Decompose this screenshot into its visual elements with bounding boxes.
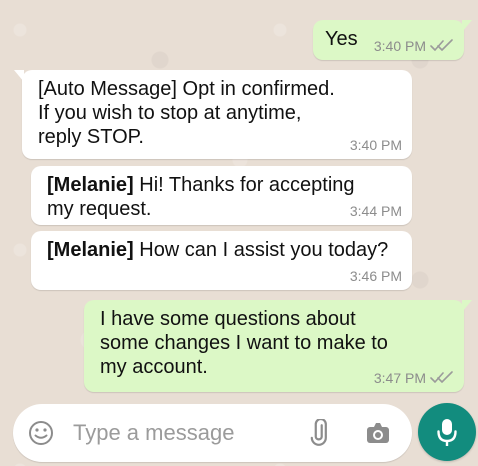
message-time: 3:44 PM	[349, 203, 402, 219]
message-meta: 3:46 PM	[350, 269, 402, 283]
message-bubble-outgoing[interactable]: Yes 3:40 PM	[313, 20, 472, 60]
message-content: [Melanie] How can I assist you today?	[47, 238, 402, 262]
message-bubble-outgoing[interactable]: I have some questions about some changes…	[84, 300, 472, 392]
message-meta: 3:47 PM	[374, 371, 454, 385]
message-time: 3:40 PM	[373, 38, 426, 54]
mic-icon	[435, 416, 459, 448]
message-composer	[13, 404, 412, 462]
chat-screen: Yes 3:40 PM [Auto Message] Opt in confir…	[0, 0, 478, 466]
message-text: [Auto Message] Opt in confirmed. If you …	[38, 78, 335, 148]
emoji-icon[interactable]	[27, 419, 55, 447]
message-sender: [Melanie]	[47, 174, 134, 196]
message-time: 3:47 PM	[373, 370, 426, 386]
camera-icon[interactable]	[364, 420, 392, 446]
message-time: 3:40 PM	[349, 137, 402, 153]
message-text: I have some questions about some changes…	[100, 308, 388, 378]
paperclip-icon[interactable]	[307, 418, 335, 447]
message-sender: [Melanie]	[47, 239, 134, 261]
message-bubble-incoming[interactable]: [Auto Message] Opt in confirmed. If you …	[14, 70, 412, 159]
message-input[interactable]	[73, 417, 293, 449]
message-bubble-incoming[interactable]: [Melanie] How can I assist you today? 3:…	[31, 231, 412, 290]
message-content: [Melanie] Hi! Thanks for accepting my re…	[47, 173, 402, 221]
message-text: How can I assist you today?	[133, 239, 389, 261]
message-meta: 3:44 PM	[350, 204, 402, 218]
double-check-icon	[430, 39, 454, 53]
double-check-icon	[430, 371, 454, 385]
message-meta: 3:40 PM	[350, 138, 402, 152]
message-time: 3:46 PM	[349, 268, 402, 284]
mic-button[interactable]	[418, 403, 476, 461]
message-bubble-incoming[interactable]: [Melanie] Hi! Thanks for accepting my re…	[31, 166, 412, 225]
message-meta: 3:40 PM	[374, 39, 454, 53]
